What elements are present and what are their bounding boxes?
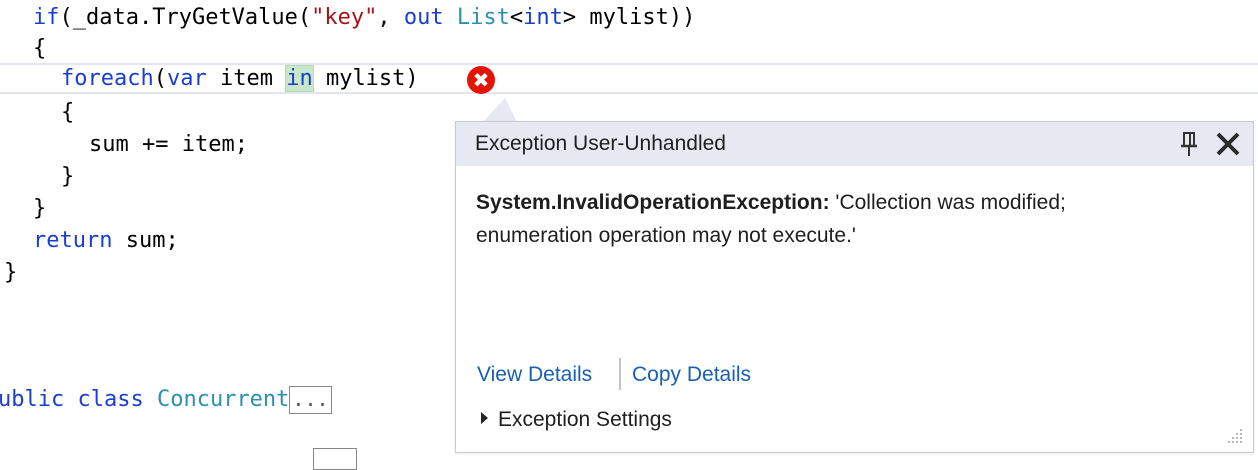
code-line-brace-close: } [33, 196, 47, 221]
keyword-out: out [403, 5, 444, 30]
exception-message-line1: 'Collection was modified; [829, 191, 1066, 214]
code-line-class-decl: ublic class Concurrent... [0, 384, 332, 416]
code-line-foreach: foreach(var item in mylist) [61, 63, 419, 95]
keyword-public: ublic [0, 387, 65, 412]
code-line-if: if(_data.TryGetValue("key", out List<int… [33, 2, 695, 34]
code-line-return: return sum; [33, 225, 179, 257]
keyword-var: var [166, 66, 207, 91]
code-text: (_data.TryGetValue( [59, 5, 312, 30]
popup-header: Exception User-Unhandled [456, 122, 1253, 166]
error-icon[interactable]: ✖ [467, 66, 495, 94]
exception-message: System.InvalidOperationException: 'Colle… [476, 186, 1216, 252]
link-separator [619, 358, 621, 390]
keyword-int: int [523, 5, 563, 30]
view-details-link[interactable]: View Details [477, 358, 592, 392]
close-icon[interactable] [1214, 130, 1242, 158]
code-line-brace-open: { [33, 36, 47, 61]
code-text: sum; [112, 228, 179, 253]
exception-popup: Exception User-Unhandled System.InvalidO… [455, 121, 1254, 453]
copy-details-link[interactable]: Copy Details [632, 358, 751, 392]
code-text: item [206, 66, 287, 91]
keyword-in-highlighted: in [285, 65, 314, 92]
code-text: < [509, 5, 524, 30]
code-text: , [377, 5, 404, 30]
keyword-return: return [33, 228, 113, 253]
pin-icon[interactable] [1178, 130, 1200, 158]
collapsed-region-button[interactable]: ... [289, 386, 332, 414]
exception-message-line2: enumeration operation may not execute.' [476, 224, 856, 247]
expand-arrow-icon [481, 412, 488, 425]
code-line-brace-close-inner: } [61, 164, 75, 189]
code-line-sum: sum += item; [89, 132, 248, 157]
type-concurrent: Concurrent [156, 387, 290, 412]
keyword-class: class [77, 387, 144, 412]
resize-grip-icon[interactable] [1223, 424, 1245, 446]
code-text: ( [153, 66, 167, 91]
code-line-brace-open-inner: { [61, 100, 75, 125]
string-literal: "key" [311, 5, 378, 30]
keyword-if: if [33, 5, 60, 30]
popup-title: Exception User-Unhandled [475, 132, 726, 155]
exception-type: System.InvalidOperationException: [476, 191, 830, 214]
keyword-foreach: foreach [61, 66, 154, 91]
code-text: mylist) [312, 66, 419, 91]
code-line-brace-close-method: } [4, 260, 18, 285]
collapsed-region-button[interactable] [313, 448, 357, 470]
code-text: > mylist)) [562, 5, 696, 30]
exception-settings-label: Exception Settings [498, 408, 672, 431]
popup-pointer [483, 98, 517, 122]
exception-settings-toggle[interactable]: Exception Settings [481, 403, 672, 437]
type-list: List [456, 5, 510, 30]
